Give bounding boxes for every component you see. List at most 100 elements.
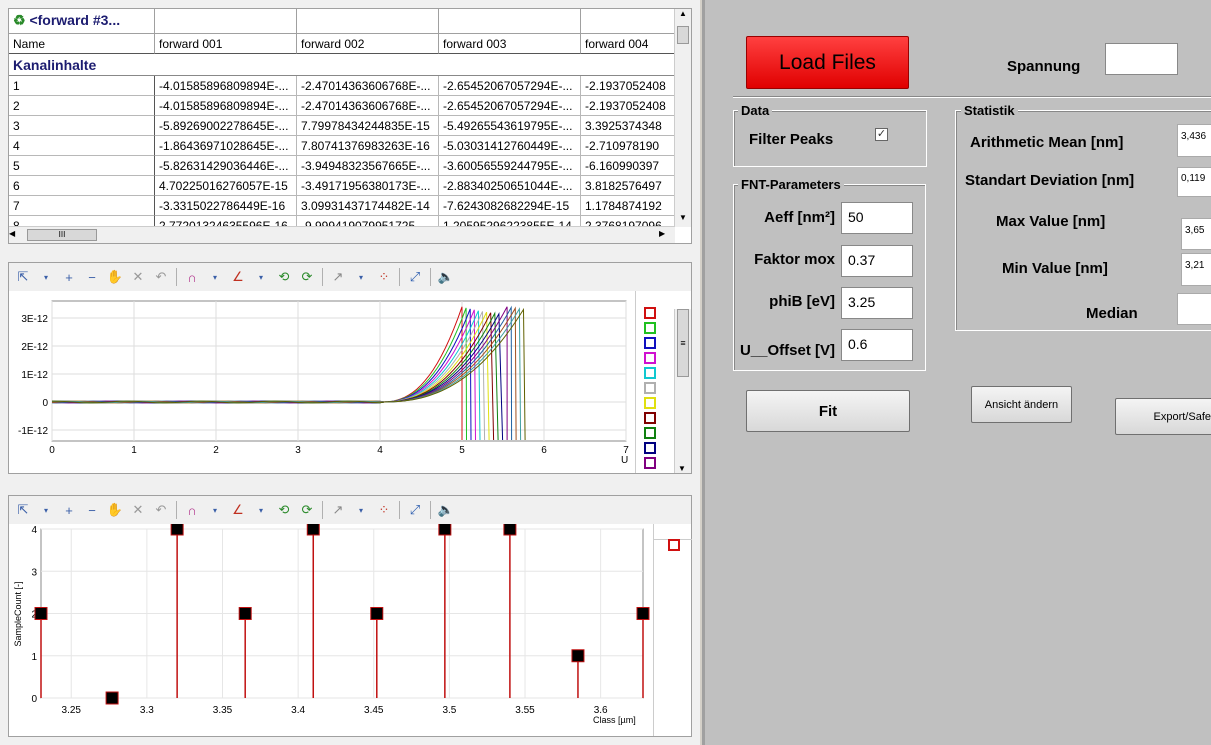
column-header-name[interactable]: Name xyxy=(9,34,155,54)
dropdown-icon[interactable]: ▾ xyxy=(36,267,56,287)
chart-legend[interactable] xyxy=(635,291,674,473)
legend-scrollbar[interactable]: ≡ ▼ xyxy=(674,309,691,473)
legend-swatch[interactable] xyxy=(644,397,656,409)
grid-vertical-scrollbar[interactable]: ▲ ▼ xyxy=(674,9,691,227)
scroll-down-icon[interactable]: ▼ xyxy=(675,213,691,227)
value-cell[interactable]: 3.8182576497 xyxy=(581,176,675,196)
legend-swatch[interactable] xyxy=(644,367,656,379)
row-name-cell[interactable]: 4 xyxy=(9,136,155,156)
fit-icon[interactable]: ⤢ xyxy=(405,267,425,287)
row-name-cell[interactable]: 6 xyxy=(9,176,155,196)
value-cell[interactable]: -2.1937052408 xyxy=(581,76,675,96)
value-cell[interactable]: -2.47014363606768E-... xyxy=(297,96,439,116)
histogram-marker[interactable] xyxy=(306,524,320,536)
dropdown-icon[interactable]: ▾ xyxy=(205,500,225,520)
ansicht-aendern-button[interactable]: Ansicht ändern xyxy=(971,386,1072,423)
curve-icon[interactable]: ∩ xyxy=(182,267,202,287)
load-files-button[interactable]: Load Files xyxy=(746,36,909,89)
legend-swatch[interactable] xyxy=(644,307,656,319)
value-cell[interactable]: 7.80741376983263E-16 xyxy=(297,136,439,156)
value-cell[interactable]: -2.1937052408 xyxy=(581,96,675,116)
legend-swatch[interactable] xyxy=(644,457,656,469)
cross-tool-icon[interactable]: ✕ xyxy=(128,500,148,520)
value-cell[interactable]: 3.3925374348 xyxy=(581,116,675,136)
select-tool-icon[interactable]: ⇱ xyxy=(13,267,33,287)
row-name-cell[interactable]: 2 xyxy=(9,96,155,116)
axis-icon[interactable]: ∠ xyxy=(228,500,248,520)
trend-icon[interactable]: ↗ xyxy=(328,267,348,287)
pan-hand-icon[interactable]: ✋ xyxy=(105,500,125,520)
histogram-legend[interactable] xyxy=(653,524,692,736)
value-cell[interactable]: -5.89269002278645E-... xyxy=(155,116,297,136)
faktor-mox-field[interactable]: 0.37 xyxy=(841,245,913,277)
column-header[interactable]: forward 004 xyxy=(581,34,675,54)
remove-series-icon[interactable]: ⟳ xyxy=(297,267,317,287)
data-grid[interactable]: ♻ <forward #3... Name forward 001 forwar… xyxy=(8,8,692,244)
scroll-right-icon[interactable]: ▶ xyxy=(659,229,673,238)
undo-zoom-icon[interactable]: ↶ xyxy=(151,500,171,520)
legend-swatch[interactable] xyxy=(644,442,656,454)
phib-field[interactable]: 3.25 xyxy=(841,287,913,319)
value-cell[interactable]: -3.49171956380173E-... xyxy=(297,176,439,196)
table-row[interactable]: 3 -5.89269002278645E-... 7.79978434244835E… xyxy=(9,116,675,136)
value-cell[interactable]: -6.160990397 xyxy=(581,156,675,176)
row-name-cell[interactable]: 3 xyxy=(9,116,155,136)
axis-icon[interactable]: ∠ xyxy=(228,267,248,287)
fit-icon[interactable]: ⤢ xyxy=(405,500,425,520)
value-cell[interactable]: -5.49265543619795E-... xyxy=(439,116,581,136)
scroll-thumb[interactable] xyxy=(677,26,689,44)
value-cell[interactable]: -4.01585896809894E-... xyxy=(155,76,297,96)
dropdown-icon[interactable]: ▾ xyxy=(351,267,371,287)
value-cell[interactable]: -5.03031412760449E-... xyxy=(439,136,581,156)
dropdown-icon[interactable]: ▾ xyxy=(351,500,371,520)
histogram-marker[interactable] xyxy=(238,607,252,620)
value-cell[interactable]: -1.86436971028645E-... xyxy=(155,136,297,156)
legend-swatch[interactable] xyxy=(644,337,656,349)
value-cell[interactable]: -7.6243082682294E-15 xyxy=(439,196,581,216)
aeff-field[interactable]: 50 xyxy=(841,202,913,234)
table-row[interactable]: 2 -4.01585896809894E-... -2.47014363606768… xyxy=(9,96,675,116)
histogram-marker[interactable] xyxy=(105,691,119,705)
undo-zoom-icon[interactable]: ↶ xyxy=(151,267,171,287)
dropdown-icon[interactable]: ▾ xyxy=(36,500,56,520)
legend-swatch[interactable] xyxy=(644,322,656,334)
export-safe-button[interactable]: Export/Safe xyxy=(1115,398,1211,435)
grid-horizontal-scrollbar[interactable]: ◀ III ▶ xyxy=(9,226,675,243)
column-header[interactable]: forward 003 xyxy=(439,34,581,54)
zoom-in-icon[interactable]: + xyxy=(59,267,79,287)
u-offset-field[interactable]: 0.6 xyxy=(841,329,913,361)
value-cell[interactable]: -2.65452067057294E-... xyxy=(439,76,581,96)
row-name-cell[interactable]: 1 xyxy=(9,76,155,96)
histogram-marker[interactable] xyxy=(170,524,184,536)
table-row[interactable]: 1 -4.01585896809894E-... -2.47014363606768… xyxy=(9,76,675,96)
refresh-icon[interactable]: ♻ xyxy=(13,12,26,28)
dropdown-icon[interactable]: ▾ xyxy=(205,267,225,287)
scroll-down-icon[interactable]: ▼ xyxy=(678,464,686,473)
value-cell[interactable]: -3.3315022786449E-16 xyxy=(155,196,297,216)
value-cell[interactable]: -3.60056559244795E-... xyxy=(439,156,581,176)
spannung-field[interactable] xyxy=(1105,43,1178,75)
value-cell[interactable]: -2.88340250651044E-... xyxy=(439,176,581,196)
scroll-left-icon[interactable]: ◀ xyxy=(9,229,23,238)
histogram-chart[interactable]: 012343.25 3.3 3.35 3.4 3.45 3.5 3.55 3.6SampleC… xyxy=(9,524,653,736)
speaker-icon[interactable]: 🔈 xyxy=(436,500,456,520)
filter-peaks-checkbox[interactable]: ✓ xyxy=(875,128,888,141)
value-cell[interactable]: 4.70225016276057E-15 xyxy=(155,176,297,196)
scroll-up-icon[interactable]: ▲ xyxy=(675,9,691,23)
select-tool-icon[interactable]: ⇱ xyxy=(13,500,33,520)
zoom-out-icon[interactable]: − xyxy=(82,267,102,287)
grid-header-title[interactable]: ♻ <forward #3... xyxy=(9,9,155,34)
zoom-out-icon[interactable]: − xyxy=(82,500,102,520)
value-cell[interactable]: 7.79978434244835E-15 xyxy=(297,116,439,136)
scroll-thumb[interactable]: III xyxy=(27,229,97,241)
group-row-label[interactable]: Kanalinhalte xyxy=(9,54,675,76)
legend-swatch[interactable] xyxy=(644,412,656,424)
value-cell[interactable]: -3.94948323567665E-... xyxy=(297,156,439,176)
line-chart[interactable]: 3E-122E-121E-120-1E-120 1 2 3 4 5 6 7U xyxy=(9,291,635,473)
remove-series-icon[interactable]: ⟳ xyxy=(297,500,317,520)
value-cell[interactable]: 3.09931437174482E-14 xyxy=(297,196,439,216)
table-row[interactable]: 5 -5.82631429036446E-... -3.94948323567665… xyxy=(9,156,675,176)
speaker-icon[interactable]: 🔈 xyxy=(436,267,456,287)
scatter-icon[interactable]: ⁘ xyxy=(374,267,394,287)
histogram-marker[interactable] xyxy=(34,607,48,620)
